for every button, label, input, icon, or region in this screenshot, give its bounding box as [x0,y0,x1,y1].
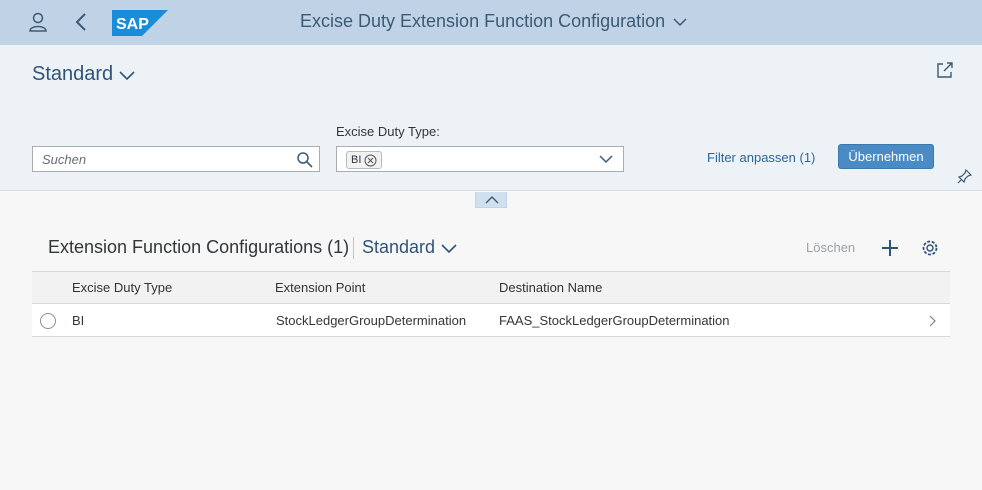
excise-duty-type-combobox[interactable]: BI [336,146,624,172]
shell-bar: SAP Excise Duty Extension Function Confi… [0,0,982,45]
collapse-header-button[interactable] [475,192,507,208]
chevron-down-icon [119,70,135,80]
table-row[interactable]: BI StockLedgerGroupDetermination FAAS_St… [32,304,950,337]
table-header: Excise Duty Type Extension Point Destina… [32,271,950,304]
token-text: BI [351,154,362,166]
logo-text: SAP [116,16,149,33]
chevron-down-icon [441,243,457,253]
go-button[interactable]: Übernehmen [838,144,934,169]
cell-destination-name: FAAS_StockLedgerGroupDetermination [499,313,730,328]
variant-label: Standard [32,63,114,85]
column-header-excise-duty-type[interactable]: Excise Duty Type [72,280,172,295]
back-icon[interactable] [71,11,93,33]
chevron-down-icon [673,17,687,26]
navigation-arrow-icon[interactable] [928,315,936,327]
delete-button[interactable]: Löschen [806,240,855,255]
app-title: Excise Duty Extension Function Configura… [300,11,666,31]
search-field[interactable]: Suchen [32,146,320,172]
chevron-down-icon[interactable] [599,154,613,164]
search-icon[interactable] [296,151,313,168]
excise-duty-token[interactable]: BI [346,151,383,169]
column-header-destination-name[interactable]: Destination Name [499,280,602,295]
row-select-radio[interactable] [40,313,56,329]
collapse-icon [485,196,499,204]
table-title: Extension Function Configurations (1) [48,237,350,257]
toolbar-separator [353,237,354,259]
remove-token-icon[interactable] [364,154,377,167]
excise-duty-type-label: Excise Duty Type: [336,124,440,139]
cell-extension-point: StockLedgerGroupDetermination [276,313,467,328]
add-icon[interactable] [880,238,900,258]
search-placeholder: Suchen [42,152,87,167]
cell-excise-duty-type: BI [72,313,85,328]
adapt-filters-link[interactable]: Filter anpassen (1) [707,150,815,165]
table-variant-selector[interactable]: Standard [362,237,457,258]
table-variant-label: Standard [362,237,436,257]
settings-icon[interactable] [920,238,940,258]
variant-selector[interactable]: Standard [32,63,135,86]
column-header-extension-point[interactable]: Extension Point [275,280,365,295]
pin-icon[interactable] [957,168,973,184]
share-icon[interactable] [935,60,955,80]
user-icon[interactable] [27,11,49,33]
sap-logo[interactable]: SAP [112,10,168,36]
app-title-menu[interactable]: Excise Duty Extension Function Configura… [300,11,687,32]
page-header: Standard Suchen Excise Duty Type: BI Fil… [0,45,982,191]
